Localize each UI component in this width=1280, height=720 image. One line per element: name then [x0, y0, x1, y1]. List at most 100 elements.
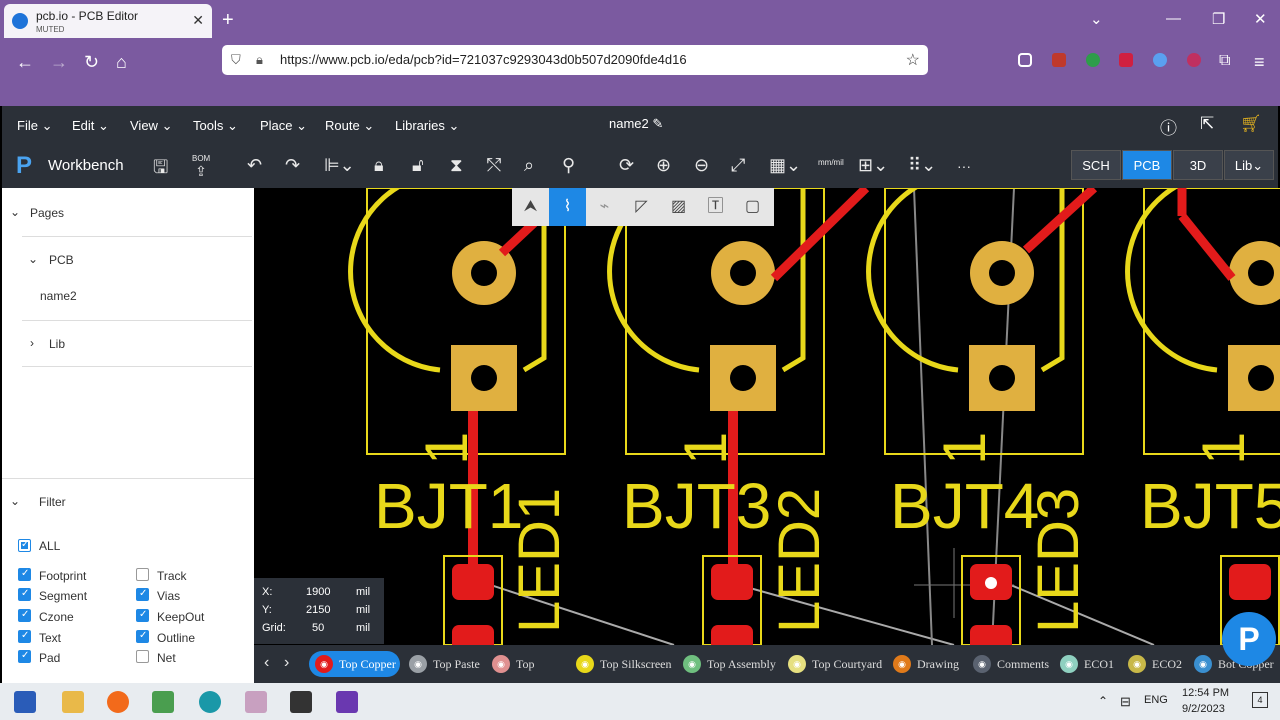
bjt5-footprint[interactable]: 1 BJT5 — [1125, 188, 1280, 645]
extension-blue-icon[interactable] — [1153, 53, 1167, 67]
hamburger-menu-icon[interactable]: ≡ — [1254, 52, 1265, 73]
pages-header[interactable]: Pages — [30, 206, 64, 220]
redo-icon[interactable]: ↷ — [285, 155, 300, 176]
filter-czone-checkbox[interactable] — [18, 609, 31, 622]
apps-grid-icon[interactable]: ⠿⌄ — [908, 155, 936, 176]
filter-outline-checkbox[interactable] — [136, 630, 149, 643]
layer-eco1[interactable]: ◉ ECO1 — [1054, 651, 1120, 677]
lib-tree-item[interactable]: Lib — [49, 337, 65, 351]
video-app-icon[interactable] — [336, 691, 358, 713]
pcb-canvas[interactable]: 1 BJT1 LED1 1 BJT3 LED2 1 BJT4 LED3 1 BJ… — [254, 188, 1280, 645]
eye-icon[interactable]: ◉ — [1060, 655, 1078, 673]
bookmark-star-icon[interactable]: ☆ — [906, 50, 920, 70]
eye-icon[interactable]: ◉ — [683, 655, 701, 673]
refresh-icon[interactable]: ⟳ — [619, 155, 634, 176]
mode-pcb-button[interactable]: PCB — [1122, 150, 1172, 180]
back-icon[interactable]: ← — [16, 52, 34, 73]
pcb-tree-item[interactable]: PCB — [49, 253, 74, 267]
eye-icon[interactable]: ◉ — [893, 655, 911, 673]
text-tool-icon[interactable]: 🅃︎ — [697, 188, 734, 226]
select-tool-icon[interactable]: ⮝ — [512, 188, 549, 226]
menu-place[interactable]: Place ⌄ — [260, 118, 307, 134]
layer-top-silkscreen[interactable]: ◉ Top Silkscreen — [570, 651, 674, 677]
layer-next-icon[interactable]: › — [284, 654, 289, 672]
table-icon[interactable]: ▦⌄ — [769, 155, 801, 176]
undo-icon[interactable]: ↶ — [247, 155, 262, 176]
network-icon[interactable]: ⊟ — [1120, 694, 1131, 710]
zoom-out-icon[interactable]: ⊖ — [694, 155, 709, 176]
menu-tools[interactable]: Tools ⌄ — [193, 118, 238, 134]
layer-top-mask[interactable]: ◉Top Mask — [486, 651, 564, 697]
bjt3-footprint[interactable]: 1 BJT3 LED2 — [607, 188, 870, 645]
filter-vias-checkbox[interactable] — [136, 588, 149, 601]
layer-prev-icon[interactable]: ‹ — [264, 654, 269, 672]
layer-top-assembly[interactable]: ◉ Top Assembly — [677, 651, 779, 677]
eye-icon[interactable]: ◉ — [409, 655, 427, 673]
menu-edit[interactable]: Edit ⌄ — [72, 118, 109, 134]
extension-pink-icon[interactable] — [1187, 53, 1201, 67]
led-pad[interactable] — [1229, 564, 1271, 600]
notepad-icon[interactable] — [152, 691, 174, 713]
document-title[interactable]: name2 ✎ — [609, 116, 663, 132]
flip-icon[interactable]: ⧗ — [450, 155, 463, 176]
eye-icon[interactable]: ◉ — [492, 655, 510, 673]
mode-3d-button[interactable]: 3D — [1173, 150, 1223, 180]
units-toggle-icon[interactable]: mm/mil — [818, 158, 844, 167]
filter-all-checkbox[interactable] — [18, 539, 31, 552]
pages-chevron-icon[interactable]: ⌄ — [10, 205, 20, 219]
search-icon[interactable]: ⌕ — [524, 155, 534, 176]
eye-icon[interactable]: ◉ — [1194, 655, 1212, 673]
external-link-icon[interactable]: ⇱ — [1200, 114, 1214, 134]
more-icon[interactable]: ··· — [957, 158, 971, 174]
notification-badge[interactable]: 4 — [1252, 692, 1268, 708]
firefox-icon[interactable] — [107, 691, 129, 713]
route-track-tool-icon[interactable]: ⌇ — [549, 188, 586, 226]
layer-drawing[interactable]: ◉ Drawing — [887, 651, 965, 677]
led-pad[interactable] — [452, 564, 494, 600]
minimize-icon[interactable]: — — [1166, 10, 1181, 27]
pocket-icon[interactable] — [1018, 53, 1032, 67]
filter-net-checkbox[interactable] — [136, 650, 149, 663]
filter-header[interactable]: Filter — [39, 495, 66, 509]
bjt1-footprint[interactable]: 1 BJT1 LED1 — [348, 188, 572, 645]
extension-icon[interactable] — [1052, 53, 1066, 67]
save-icon[interactable]: 🖫︎ — [153, 155, 168, 185]
home-icon[interactable]: ⌂ — [116, 52, 127, 73]
maximize-icon[interactable]: ❐ — [1212, 10, 1225, 28]
unlock-tool-icon[interactable]: 🔓︎ — [412, 155, 424, 176]
eye-icon[interactable]: ◉ — [576, 655, 594, 673]
layer-top-courtyard[interactable]: ◉ Top Courtyard — [782, 651, 884, 677]
diff-pair-tool-icon[interactable]: ⌁ — [586, 188, 623, 226]
layer-top-paste[interactable]: ◉ Top Paste — [403, 651, 483, 677]
new-tab-button[interactable]: + — [222, 9, 234, 32]
filter-keepout-checkbox[interactable] — [136, 609, 149, 622]
eye-icon[interactable]: ◉ — [1128, 655, 1146, 673]
filter-track-checkbox[interactable] — [136, 568, 149, 581]
window-close-icon[interactable]: ✕ — [1254, 10, 1267, 28]
highlight-net-icon[interactable]: ⚲ — [562, 155, 575, 176]
lock-icon[interactable]: 🔒︎ — [256, 52, 263, 68]
polygon-tool-icon[interactable]: ◸ — [623, 188, 660, 226]
page-name2-item[interactable]: name2 — [40, 289, 77, 303]
menu-file[interactable]: File ⌄ — [17, 118, 52, 134]
bjt4-footprint[interactable]: 1 BJT4 LED3 — [866, 188, 1098, 645]
eye-icon[interactable]: ◉ — [315, 655, 333, 673]
lock-tool-icon[interactable]: 🔒︎ — [374, 155, 384, 176]
edit-pencil-icon[interactable]: ✎ — [652, 116, 663, 131]
media-icon[interactable] — [290, 691, 312, 713]
help-icon[interactable]: ⓘ — [1160, 114, 1177, 139]
tab-list-chevron-icon[interactable]: ⌄ — [1090, 10, 1103, 28]
cart-icon[interactable]: 🛒︎ — [1240, 114, 1262, 134]
eye-icon[interactable]: ◉ — [973, 655, 991, 673]
led-pad[interactable] — [970, 625, 1012, 645]
layer-comments[interactable]: ◉ Comments — [967, 651, 1053, 677]
eye-icon[interactable]: ◉ — [788, 655, 806, 673]
filter-footprint-checkbox[interactable] — [18, 568, 31, 581]
menu-libraries[interactable]: Libraries ⌄ — [395, 118, 459, 134]
menu-route[interactable]: Route ⌄ — [325, 118, 374, 134]
layer-eco2[interactable]: ◉ ECO2 — [1122, 651, 1188, 677]
copper-track[interactable] — [770, 188, 870, 282]
align-icon[interactable]: ⊫⌄ — [324, 155, 355, 176]
led-pad[interactable] — [452, 625, 494, 645]
shield-icon[interactable]: ⛉ — [231, 52, 241, 68]
